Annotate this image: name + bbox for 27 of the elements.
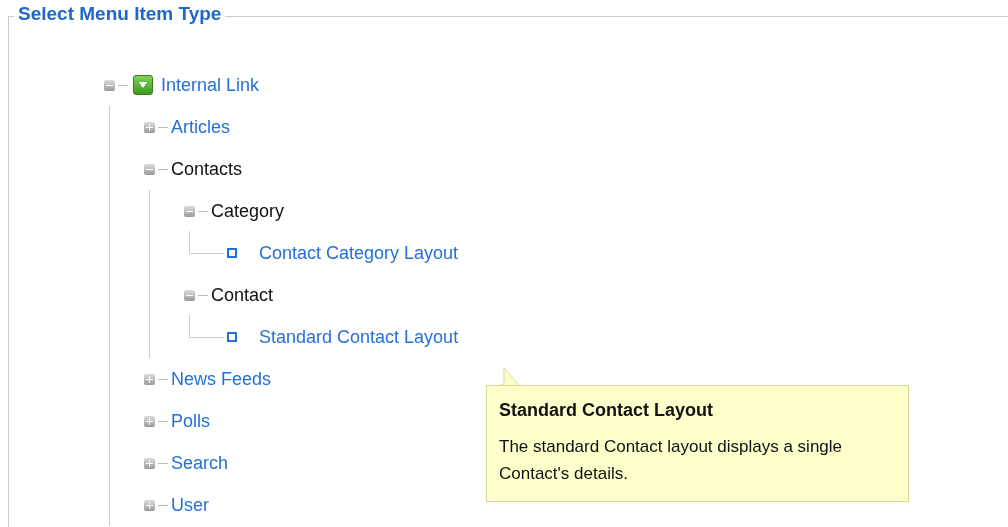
square-bullet-icon bbox=[227, 332, 237, 342]
collapse-icon[interactable] bbox=[144, 163, 155, 175]
collapse-icon[interactable] bbox=[184, 289, 195, 301]
tree-item[interactable]: News Feeds bbox=[171, 368, 272, 390]
collapse-icon[interactable] bbox=[104, 79, 115, 91]
tree-item[interactable]: Contact bbox=[211, 284, 274, 306]
expand-icon[interactable] bbox=[144, 499, 155, 511]
collapse-icon[interactable] bbox=[184, 205, 195, 217]
tree-link[interactable]: Standard Contact Layout bbox=[259, 326, 459, 348]
tree-item[interactable]: Articles bbox=[171, 116, 230, 138]
tree-item[interactable]: User bbox=[171, 494, 209, 516]
tree-connector bbox=[189, 315, 224, 338]
tooltip-text: The standard Contact layout displays a single Contact's details. bbox=[499, 436, 844, 485]
tree-item[interactable]: Contacts bbox=[171, 158, 243, 180]
tree-connector bbox=[189, 231, 224, 254]
tooltip-title: Standard Contact Layout bbox=[499, 400, 714, 421]
expand-icon[interactable] bbox=[144, 121, 155, 133]
tree-item[interactable]: Category bbox=[211, 200, 285, 222]
expand-icon[interactable] bbox=[144, 415, 155, 427]
square-bullet-icon bbox=[227, 248, 237, 258]
tree-item[interactable]: Polls bbox=[171, 410, 210, 432]
expand-icon[interactable] bbox=[144, 373, 155, 385]
expand-icon[interactable] bbox=[144, 457, 155, 469]
tree-item[interactable]: Internal Link bbox=[161, 74, 260, 96]
tree-item[interactable]: Search bbox=[171, 452, 229, 474]
tree-link[interactable]: Contact Category Layout bbox=[259, 242, 459, 264]
dropdown-icon[interactable] bbox=[133, 75, 153, 95]
